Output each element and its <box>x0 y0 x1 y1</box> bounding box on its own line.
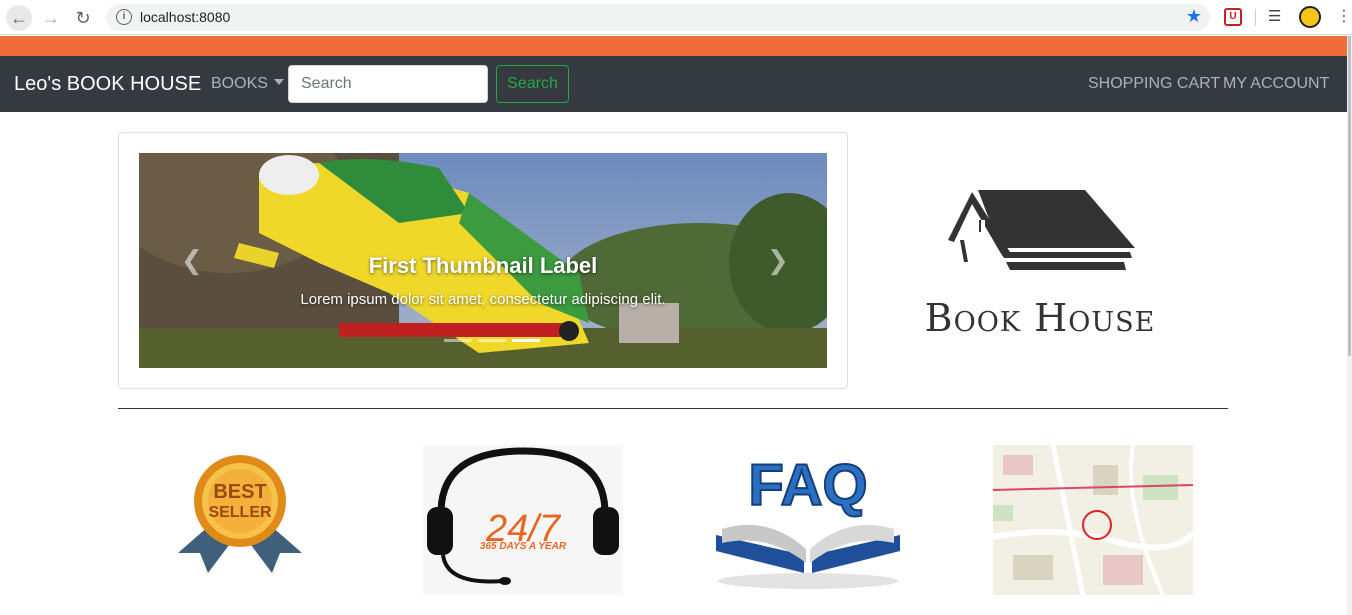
map-tile[interactable] <box>993 445 1193 595</box>
faq-book-icon: FAQ <box>716 452 900 589</box>
carousel-indicator-active[interactable] <box>512 339 540 342</box>
support-24-7-tile[interactable]: 24/7 365 DAYS A YEAR <box>423 445 623 595</box>
url-text[interactable]: localhost:8080 <box>140 9 230 25</box>
section-divider <box>118 408 1228 409</box>
books-dropdown-label: BOOKS <box>211 75 268 92</box>
carousel-card: ❮ ❯ First Thumbnail Label Lorem ipsum do… <box>118 132 848 389</box>
extension-pocket-icon[interactable]: U <box>1224 8 1242 26</box>
reload-icon[interactable]: ↻ <box>70 5 96 31</box>
faq-tile[interactable]: FAQ <box>708 445 908 595</box>
site-navbar: Leo's BOOK HOUSE BOOKS Search SHOPPING C… <box>0 56 1347 112</box>
carousel-indicator[interactable] <box>478 339 506 342</box>
faq-label: FAQ <box>748 453 867 518</box>
best-seller-tile[interactable]: BEST SELLER <box>140 445 340 595</box>
support-days-label: 365 DAYS A YEAR <box>480 541 567 552</box>
search-button[interactable]: Search <box>496 65 569 103</box>
menu-kebab-icon[interactable]: ⋮ <box>1336 8 1352 26</box>
image-carousel[interactable]: ❮ ❯ First Thumbnail Label Lorem ipsum do… <box>139 153 827 368</box>
scrollbar-thumb[interactable] <box>1348 36 1351 356</box>
back-icon[interactable]: ← <box>6 5 32 31</box>
best-seller-badge-icon: BEST SELLER <box>178 455 302 573</box>
search-input[interactable] <box>288 65 488 103</box>
book-house-logo: Book House <box>900 180 1180 350</box>
my-account-link[interactable]: MY ACCOUNT <box>1223 75 1329 93</box>
seller-label: SELLER <box>208 504 272 521</box>
carousel-caption-text: Lorem ipsum dolor sit amet, consectetur … <box>300 291 666 308</box>
top-accent-strip <box>0 36 1347 56</box>
location-map-icon <box>993 445 1193 595</box>
house-roof-icon <box>948 190 1135 270</box>
logo-text: Book House <box>924 296 1156 340</box>
media-queue-icon[interactable]: ☰ <box>1268 8 1286 26</box>
caret-down-icon <box>273 79 284 85</box>
books-dropdown[interactable]: BOOKS <box>211 75 284 93</box>
carousel-indicators <box>444 339 540 342</box>
bookmark-star-icon[interactable]: ★ <box>1186 6 1202 27</box>
page-scrollbar[interactable] <box>1347 36 1352 615</box>
best-label: BEST <box>213 481 266 503</box>
headset-icon: 24/7 365 DAYS A YEAR <box>427 447 619 585</box>
brand-link[interactable]: Leo's BOOK HOUSE <box>14 73 201 96</box>
forward-icon[interactable]: → <box>38 5 64 31</box>
browser-toolbar: ← → ↻ i localhost:8080 ★ U ☰ ⋮ <box>0 0 1352 35</box>
profile-avatar-icon[interactable] <box>1299 6 1321 28</box>
toolbar-divider <box>1255 9 1256 26</box>
carousel-caption-title: First Thumbnail Label <box>368 253 598 278</box>
address-bar[interactable]: i localhost:8080 ★ <box>106 4 1210 31</box>
shopping-cart-link[interactable]: SHOPPING CART <box>1088 75 1220 93</box>
carousel-indicator[interactable] <box>444 339 472 342</box>
site-info-icon[interactable]: i <box>116 9 132 25</box>
